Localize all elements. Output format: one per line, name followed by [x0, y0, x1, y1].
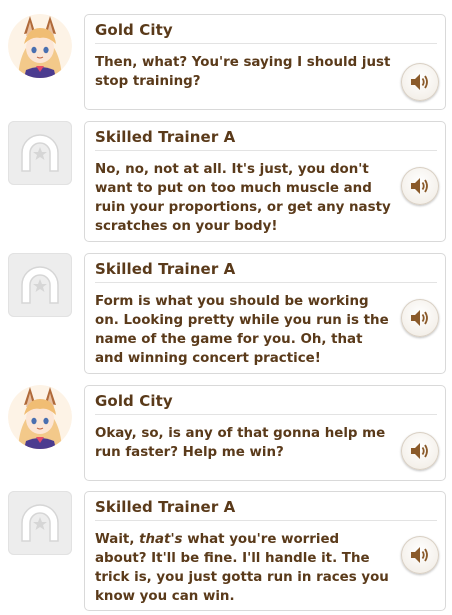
speaker-icon	[411, 178, 428, 194]
dialogue-card: Skilled Trainer A Form is what you shoul…	[84, 253, 446, 374]
speaker-icon	[411, 443, 428, 459]
speaker-name: Skilled Trainer A	[95, 498, 236, 516]
trainer-placeholder-icon	[21, 266, 59, 304]
dialogue-text-part: Wait,	[95, 532, 140, 547]
dialogue-text: Then, what? You're saying I should just …	[95, 55, 391, 89]
trainer-placeholder-icon	[21, 504, 59, 542]
divider	[95, 43, 437, 44]
gold-city-avatar	[8, 385, 72, 449]
speaker-name: Gold City	[95, 21, 173, 39]
emphasized-word: that's	[139, 532, 183, 547]
divider	[95, 414, 437, 415]
divider	[95, 282, 437, 283]
voice-play-button[interactable]	[401, 536, 439, 574]
speaker-name: Skilled Trainer A	[95, 128, 236, 146]
speaker-icon	[411, 547, 428, 563]
speaker-name: Gold City	[95, 392, 173, 410]
dialogue-card: Gold City Okay, so, is any of that gonna…	[84, 385, 446, 481]
dialogue-card: Skilled Trainer A No, no, not at all. It…	[84, 121, 446, 242]
divider	[95, 520, 437, 521]
speaker-icon	[411, 310, 428, 326]
dialogue-text: Okay, so, is any of that gonna help me r…	[95, 426, 386, 460]
trainer-avatar	[8, 253, 72, 317]
trainer-avatar	[8, 121, 72, 185]
speaker-name: Skilled Trainer A	[95, 260, 236, 278]
dialogue-card: Skilled Trainer A Wait, that's what you'…	[84, 491, 446, 611]
voice-play-button[interactable]	[401, 167, 439, 205]
dialogue-text: Wait, that's what you're worried about? …	[95, 530, 391, 606]
speaker-icon	[411, 74, 428, 90]
dialogue-log: Gold City Then, what? You're saying I sh…	[0, 0, 452, 615]
dialogue-card: Gold City Then, what? You're saying I sh…	[84, 14, 446, 110]
voice-play-button[interactable]	[401, 432, 439, 470]
dialogue-text: Form is what you should be working on. L…	[95, 294, 389, 366]
voice-play-button[interactable]	[401, 63, 439, 101]
divider	[95, 150, 437, 151]
trainer-avatar	[8, 491, 72, 555]
voice-play-button[interactable]	[401, 299, 439, 337]
gold-city-avatar	[8, 14, 72, 78]
trainer-placeholder-icon	[21, 134, 59, 172]
dialogue-text: No, no, not at all. It's just, you don't…	[95, 162, 391, 234]
